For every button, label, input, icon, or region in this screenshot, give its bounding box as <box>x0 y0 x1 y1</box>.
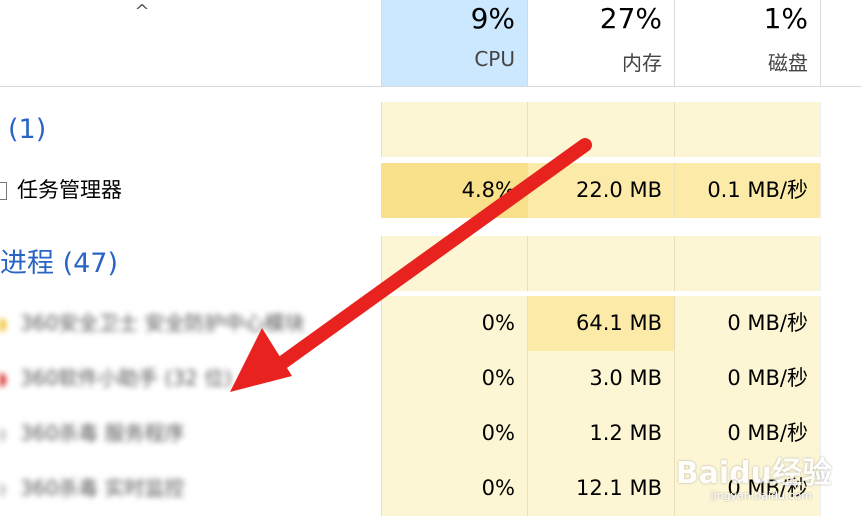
memory-cell: 1.2 MB <box>527 406 674 461</box>
process-name: 360杀毒 实时监控 <box>0 461 185 516</box>
process-icon <box>0 482 6 497</box>
memory-cell: 22.0 MB <box>527 163 674 218</box>
process-icon <box>0 427 6 442</box>
apps-group-title: (1) <box>8 114 47 145</box>
memory-column-header[interactable]: 27% 内存 <box>527 0 674 86</box>
memory-total-percent: 27% <box>599 2 662 35</box>
process-icon <box>0 317 6 332</box>
baidu-watermark-url: jingyan.baidu.com <box>710 489 812 502</box>
table-row[interactable]: 360软件小助手 (32 位) 0% 3.0 MB 0 MB/秒 <box>0 351 862 406</box>
memory-cell: 64.1 MB <box>527 296 674 351</box>
table-row[interactable]: 360安全卫士 安全防护中心模块 0% 64.1 MB 0 MB/秒 <box>0 296 862 351</box>
process-icon <box>0 372 6 387</box>
cpu-cell: 0% <box>381 406 527 461</box>
memory-cell: 12.1 MB <box>527 461 674 516</box>
cpu-cell: 0% <box>381 351 527 406</box>
cpu-column-header[interactable]: 9% CPU <box>381 0 527 86</box>
disk-cell: 0.1 MB/秒 <box>674 163 820 218</box>
name-column-header[interactable]: ^ <box>0 0 381 86</box>
cpu-total-percent: 9% <box>470 2 515 35</box>
cpu-cell: 4.8% <box>381 163 527 218</box>
memory-column-label: 内存 <box>622 51 662 75</box>
process-name: 360安全卫士 安全防护中心模块 <box>0 296 305 351</box>
process-name: 360杀毒 服务程序 <box>0 406 185 461</box>
memory-cell: 3.0 MB <box>527 351 674 406</box>
baidu-watermark: Baidu经验 <box>675 456 832 491</box>
disk-total-percent: 1% <box>763 2 808 35</box>
next-column-header[interactable] <box>820 0 862 86</box>
sort-ascending-icon[interactable]: ^ <box>132 2 152 22</box>
task-manager-icon <box>0 182 7 200</box>
cpu-cell: 0% <box>381 461 527 516</box>
disk-column-label: 磁盘 <box>768 51 808 75</box>
group-header-apps[interactable]: (1) <box>0 102 862 157</box>
column-header-bar: ^ 9% CPU 27% 内存 1% 磁盘 <box>0 0 862 87</box>
table-row[interactable]: 任务管理器 4.8% 22.0 MB 0.1 MB/秒 <box>0 163 862 218</box>
cpu-cell: 0% <box>381 296 527 351</box>
disk-cell: 0 MB/秒 <box>674 351 820 406</box>
background-group-title: 进程 (47) <box>0 248 119 279</box>
disk-column-header[interactable]: 1% 磁盘 <box>674 0 820 86</box>
process-list: (1) 任务管理器 4.8% 22.0 MB 0.1 MB/秒 进程 (47) … <box>0 87 862 516</box>
group-header-background[interactable]: 进程 (47) <box>0 236 862 291</box>
process-name: 360软件小助手 (32 位) <box>0 351 232 406</box>
process-name: 任务管理器 <box>0 163 122 218</box>
cpu-column-label: CPU <box>474 47 515 71</box>
disk-cell: 0 MB/秒 <box>674 296 820 351</box>
